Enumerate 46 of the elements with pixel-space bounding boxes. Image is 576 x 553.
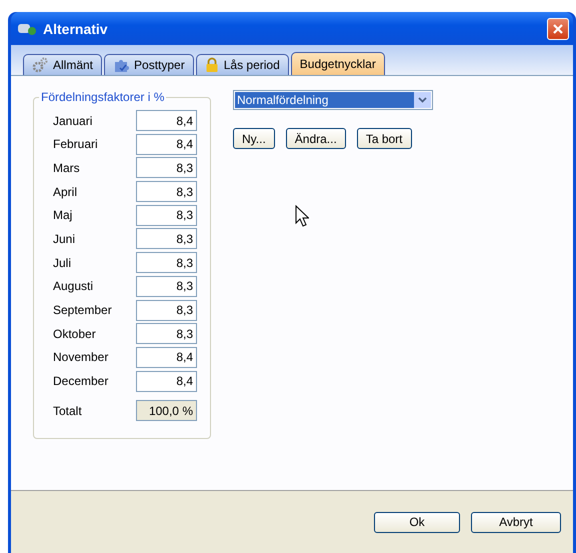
puzzle-icon — [113, 57, 130, 73]
factor-field[interactable]: 8,3 — [136, 204, 197, 226]
month-label: Mars — [53, 160, 81, 175]
close-icon — [552, 22, 564, 34]
month-label: Juli — [53, 256, 72, 270]
factor-field[interactable]: 8,3 — [136, 276, 197, 297]
factor-field[interactable]: 8,4 — [136, 110, 197, 131]
month-label: September — [53, 303, 113, 317]
gears-icon — [32, 57, 48, 73]
month-label: Augusti — [53, 279, 94, 294]
factor-field[interactable]: 8,3 — [136, 252, 197, 274]
chevron-down-icon — [418, 97, 427, 103]
factor-field[interactable]: 8,3 — [136, 323, 197, 344]
total-field[interactable]: 100,0 % — [136, 400, 197, 422]
total-label: Totalt — [53, 404, 83, 418]
tab[interactable]: Budgetnycklar — [290, 52, 385, 75]
month-label: Januari — [53, 114, 94, 128]
month-label: Juni — [53, 232, 76, 246]
tab[interactable]: Lås period — [196, 54, 289, 75]
month-label: Oktober — [53, 326, 97, 341]
key-button[interactable]: Ändra... — [286, 128, 346, 149]
month-label: Maj — [53, 208, 74, 222]
key-button[interactable]: Ny... — [233, 128, 275, 149]
month-label: November — [53, 350, 110, 364]
factor-field[interactable]: 8,4 — [136, 370, 197, 392]
factor-field[interactable]: 8,3 — [136, 300, 197, 320]
mouse-pointer-icon — [295, 205, 309, 227]
dialog-button[interactable]: Ok — [374, 512, 460, 532]
tab[interactable]: Allmänt — [23, 54, 102, 75]
factor-field[interactable]: 8,3 — [136, 228, 197, 250]
window-title: Alternativ — [43, 20, 109, 36]
key-button[interactable]: Ta bort — [356, 128, 412, 149]
tab[interactable]: Posttyper — [104, 54, 194, 75]
group-title: Fördelningsfaktorer i % — [40, 90, 166, 104]
factor-field[interactable]: 8,3 — [136, 157, 197, 178]
month-label: April — [53, 184, 78, 199]
app-icon — [17, 22, 37, 36]
month-label: Februari — [53, 137, 99, 152]
key-dropdown[interactable]: Normalfördelning — [233, 90, 433, 110]
dialog-button[interactable]: Avbryt — [471, 512, 561, 532]
month-label: December — [53, 374, 110, 388]
close-button[interactable] — [547, 18, 569, 40]
lock-icon — [204, 57, 219, 73]
factor-field[interactable]: 8,4 — [136, 134, 197, 155]
factor-field[interactable]: 8,4 — [136, 346, 197, 368]
factor-field[interactable]: 8,3 — [136, 181, 197, 202]
